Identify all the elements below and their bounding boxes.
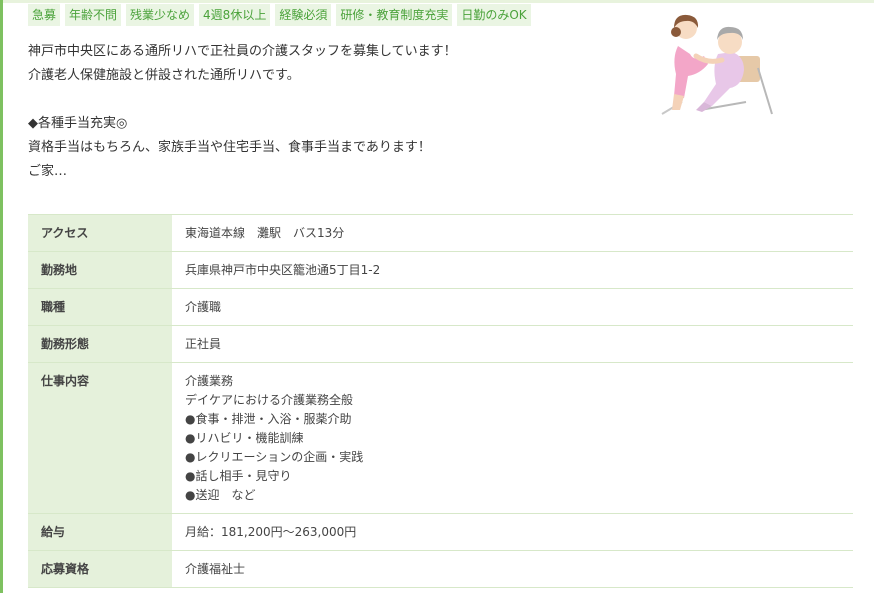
tag-little-overtime: 残業少なめ <box>126 4 195 26</box>
location-label: 勤務地 <box>28 252 172 288</box>
duty-line: 介護業務 <box>185 374 234 388</box>
duties-value: 介護業務 デイケアにおける介護業務全般 ●食事・排泄・入浴・服薬介助 ●リハビリ… <box>172 363 853 513</box>
intro-line: 介護老人保健施設と併設された通所リハです。 <box>28 68 300 83</box>
left-accent-bar <box>0 0 3 593</box>
row-location: 勤務地 兵庫県神戸市中央区籠池通5丁目1-2 <box>28 252 853 289</box>
job-type-value: 介護職 <box>185 300 222 314</box>
tag-urgent: 急募 <box>28 4 61 26</box>
employment-label: 勤務形態 <box>28 326 172 362</box>
row-salary: 給与 月給：181,200円〜263,000円 <box>28 514 853 551</box>
tag-day-shift-only: 日勤のみOK <box>457 4 531 26</box>
duty-line: ●リハビリ・機能訓練 <box>185 431 304 445</box>
intro-line: ◆各種手当充実◎ <box>28 116 128 131</box>
intro-line: ご家… <box>28 164 68 179</box>
job-listing-card: 急募 年齢不問 残業少なめ 4週8休以上 経験必須 研修・教育制度充実 日勤のみ… <box>0 0 874 593</box>
intro-line: 資格手当はもちろん、家族手当や住宅手当、食事手当まであります！ <box>28 140 431 155</box>
job-details-table: アクセス 東海道本線 灘駅 バス13分 勤務地 兵庫県神戸市中央区籠池通5丁目1… <box>28 214 853 588</box>
row-duties: 仕事内容 介護業務 デイケアにおける介護業務全般 ●食事・排泄・入浴・服薬介助 … <box>28 363 853 514</box>
salary-label: 給与 <box>28 514 172 550</box>
feature-tags: 急募 年齢不問 残業少なめ 4週8休以上 経験必須 研修・教育制度充実 日勤のみ… <box>28 4 531 26</box>
caregiver-illustration <box>661 14 773 115</box>
tag-training: 研修・教育制度充実 <box>336 4 453 26</box>
access-value: 東海道本線 灘駅 バス13分 <box>185 226 345 240</box>
row-access: アクセス 東海道本線 灘駅 バス13分 <box>28 215 853 252</box>
duty-line: ●話し相手・見守り <box>185 469 292 483</box>
duty-line: ●送迎 など <box>185 488 256 502</box>
salary-value: 月給：181,200円〜263,000円 <box>185 525 357 539</box>
qualification-label: 応募資格 <box>28 551 172 587</box>
tag-8-days-off: 4週8休以上 <box>199 4 271 26</box>
job-type-label: 職種 <box>28 289 172 325</box>
employment-value: 正社員 <box>185 337 222 351</box>
row-job-type: 職種 介護職 <box>28 289 853 326</box>
intro-blank <box>28 88 628 112</box>
tag-experience-required: 経験必須 <box>275 4 332 26</box>
duties-label: 仕事内容 <box>28 363 172 513</box>
row-qualification: 応募資格 介護福祉士 <box>28 551 853 588</box>
qualification-value: 介護福祉士 <box>185 562 246 576</box>
duty-line: ●レクリエーションの企画・実践 <box>185 450 364 464</box>
duty-line: デイケアにおける介護業務全般 <box>185 393 354 407</box>
row-employment: 勤務形態 正社員 <box>28 326 853 363</box>
intro-line: 神戸市中央区にある通所リハで正社員の介護スタッフを募集しています！ <box>28 44 457 59</box>
tag-any-age: 年齢不問 <box>65 4 122 26</box>
job-description: 神戸市中央区にある通所リハで正社員の介護スタッフを募集しています！ 介護老人保健… <box>28 40 628 184</box>
top-divider <box>3 0 874 3</box>
location-value: 兵庫県神戸市中央区籠池通5丁目1-2 <box>185 263 381 277</box>
duty-line: ●食事・排泄・入浴・服薬介助 <box>185 412 352 426</box>
access-label: アクセス <box>28 215 172 251</box>
